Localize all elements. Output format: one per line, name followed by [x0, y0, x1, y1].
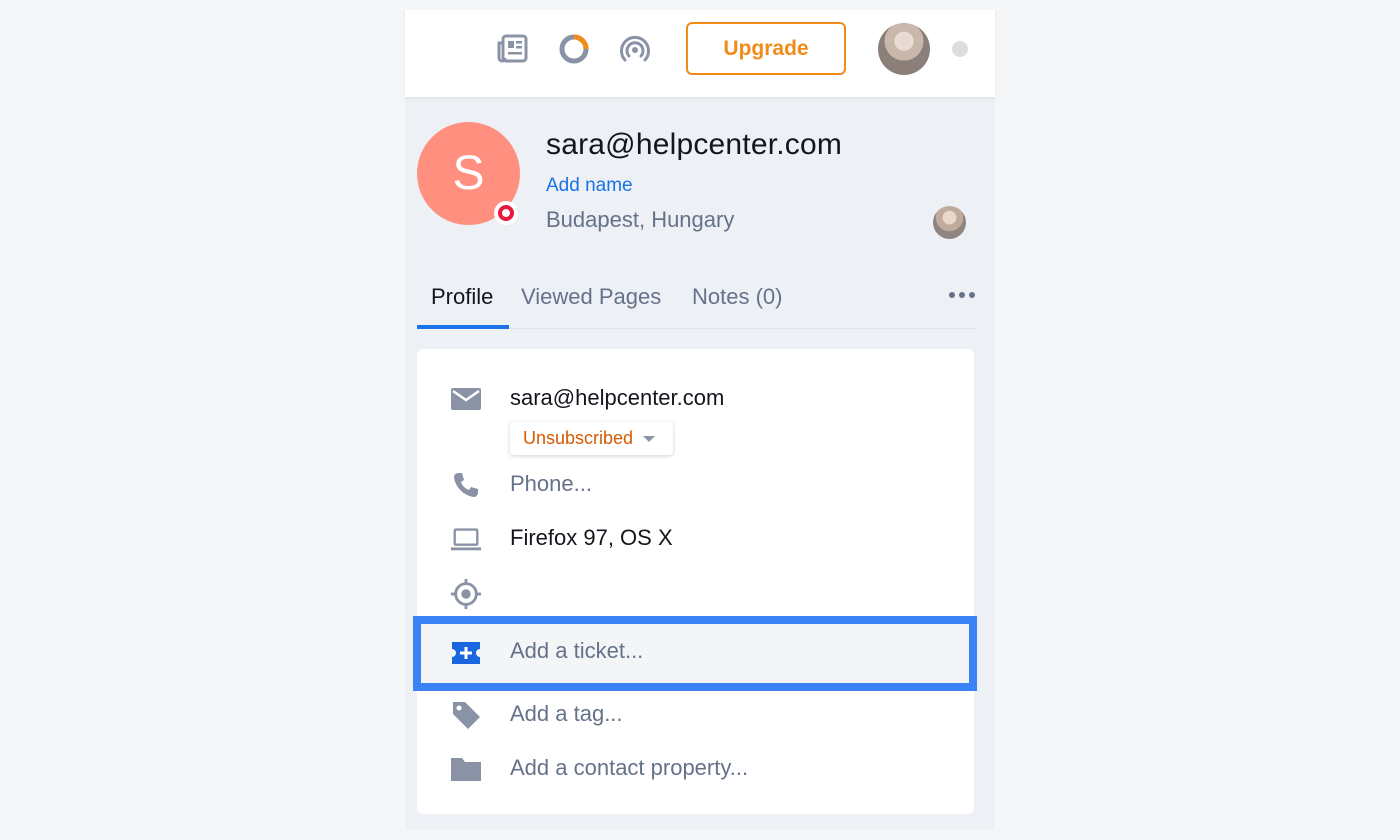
- phone-input[interactable]: Phone...: [510, 471, 592, 497]
- top-bar: Upgrade: [405, 10, 995, 97]
- contact-panel: Upgrade S sara@helpcenter.com Add name B…: [405, 10, 995, 830]
- tag-icon: [450, 699, 482, 731]
- phone-icon: [450, 469, 482, 501]
- user-avatar[interactable]: [878, 23, 930, 75]
- subscription-status-label: Unsubscribed: [523, 428, 634, 448]
- contact-title-email: sara@helpcenter.com: [546, 128, 843, 161]
- browser-value: Firefox 97, OS X: [510, 525, 673, 550]
- newspaper-icon[interactable]: [496, 32, 530, 66]
- folder-icon: [450, 753, 482, 785]
- upgrade-button[interactable]: Upgrade: [686, 22, 846, 75]
- add-contact-property-input[interactable]: Add a contact property...: [510, 755, 748, 781]
- tab-notes[interactable]: Notes (0): [692, 284, 782, 329]
- chevron-down-icon: [643, 435, 656, 442]
- profile-tabs: Profile Viewed Pages Notes (0): [417, 280, 977, 329]
- tab-profile[interactable]: Profile: [431, 284, 493, 329]
- donut-chart-icon[interactable]: [557, 32, 591, 66]
- email-value[interactable]: sara@helpcenter.com: [510, 385, 724, 411]
- broadcast-icon[interactable]: [618, 32, 652, 66]
- contact-location: Budapest, Hungary: [546, 207, 735, 232]
- add-tag-input[interactable]: Add a tag...: [510, 701, 623, 727]
- add-ticket-row[interactable]: Add a ticket...: [413, 616, 977, 691]
- active-tab-indicator: [417, 325, 509, 329]
- mail-icon: [450, 383, 482, 415]
- add-name-link[interactable]: Add name: [546, 175, 633, 197]
- ticket-add-icon: [450, 637, 482, 669]
- crosshair-icon: [450, 578, 482, 610]
- contact-details-card: sara@helpcenter.com Unsubscribed Phone..…: [413, 349, 977, 814]
- laptop-icon: [450, 523, 482, 555]
- tab-viewed-pages[interactable]: Viewed Pages: [521, 284, 661, 329]
- more-options-button[interactable]: [949, 290, 977, 300]
- subscription-status-dropdown[interactable]: Unsubscribed: [510, 422, 673, 455]
- assignee-avatar[interactable]: [933, 206, 966, 239]
- add-ticket-input[interactable]: Add a ticket...: [510, 638, 643, 664]
- offline-status-indicator: [494, 201, 518, 225]
- status-dot: [952, 41, 968, 57]
